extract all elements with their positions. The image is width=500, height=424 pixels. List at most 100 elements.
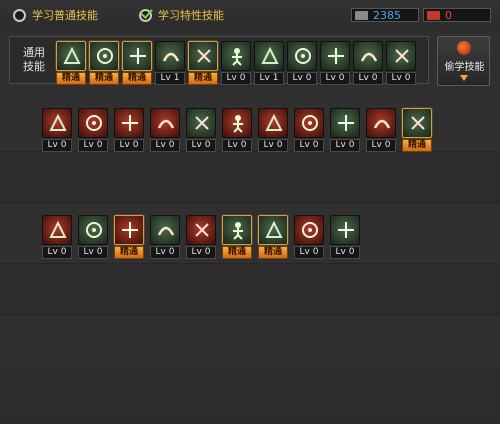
crouch-figure-icon[interactable] — [56, 41, 86, 71]
radio-icon[interactable] — [13, 8, 26, 22]
explosion-icon[interactable] — [258, 215, 288, 245]
skill-level-badge: Lv 0 — [330, 139, 360, 152]
common-skill-slot[interactable]: Lv 0 — [320, 41, 350, 85]
strike-icon[interactable] — [150, 215, 180, 245]
skill-level-badge: 精通 — [89, 72, 119, 85]
skill-slot[interactable]: Lv 0 — [366, 108, 396, 152]
skill-level-badge: Lv 0 — [222, 139, 252, 152]
skill-level-badge: 精通 — [222, 246, 252, 259]
demon-icon[interactable] — [294, 215, 324, 245]
empty-row-band — [0, 264, 500, 316]
slash-icon[interactable] — [114, 108, 144, 138]
heart-icon[interactable] — [114, 215, 144, 245]
claw-icon[interactable] — [42, 108, 72, 138]
target-icon[interactable] — [221, 41, 251, 71]
flame-icon[interactable] — [258, 108, 288, 138]
crescent-icon[interactable] — [42, 215, 72, 245]
crosshair-icon[interactable] — [188, 41, 218, 71]
radio-checked-icon[interactable] — [139, 8, 152, 22]
empty-row-band — [0, 316, 500, 370]
skill-slot[interactable]: Lv 0 — [294, 108, 324, 152]
tab-label: 学习普通技能 — [32, 9, 98, 22]
skill-level-badge: Lv 0 — [294, 246, 324, 259]
skill-level-badge: 精通 — [188, 72, 218, 85]
wings-icon[interactable] — [155, 41, 185, 71]
skill-level-badge: Lv 0 — [294, 139, 324, 152]
skill-slot[interactable]: Lv 0 — [42, 215, 72, 259]
common-skill-slot[interactable]: Lv 0 — [353, 41, 383, 85]
swirl-icon[interactable] — [78, 108, 108, 138]
common-skill-slot[interactable]: Lv 0 — [287, 41, 317, 85]
skill-slot[interactable]: Lv 0 — [150, 215, 180, 259]
label-line: 技能 — [23, 60, 45, 73]
skill-level-badge: Lv 0 — [330, 246, 360, 259]
skill-level-badge: Lv 0 — [366, 139, 396, 152]
common-skill-slot[interactable]: 精通 — [122, 41, 152, 85]
skill-slot[interactable]: 精通 — [222, 215, 252, 259]
dash-icon[interactable] — [222, 215, 252, 245]
common-skill-slot[interactable]: 精通 — [188, 41, 218, 85]
skill-level-badge: Lv 0 — [221, 72, 251, 85]
skill-points-counter: 2385 — [351, 8, 419, 22]
skill-slot[interactable]: Lv 0 — [330, 215, 360, 259]
common-skill-slot[interactable]: Lv 0 — [221, 41, 251, 85]
skill-level-badge: Lv 0 — [150, 246, 180, 259]
skill-slot[interactable]: Lv 0 — [186, 108, 216, 152]
common-skill-slot[interactable]: 精通 — [56, 41, 86, 85]
skill-slot[interactable]: Lv 0 — [78, 108, 108, 152]
skill-points-value: 2385 — [373, 8, 401, 22]
skill-level-badge: Lv 0 — [386, 72, 416, 85]
skill-level-badge: Lv 0 — [78, 139, 108, 152]
kick-icon[interactable] — [78, 215, 108, 245]
skill-level-badge: 精通 — [258, 246, 288, 259]
power-icon[interactable] — [353, 41, 383, 71]
label-line: 通用 — [23, 46, 45, 59]
common-skill-slot[interactable]: Lv 0 — [386, 41, 416, 85]
tree-icon[interactable] — [254, 41, 284, 71]
star-icon[interactable] — [330, 215, 360, 245]
shield-icon[interactable] — [222, 108, 252, 138]
skill-level-badge: Lv 0 — [258, 139, 288, 152]
wings-icon[interactable] — [150, 108, 180, 138]
fighter-icon[interactable] — [386, 41, 416, 71]
skill-slot[interactable]: Lv 0 — [114, 108, 144, 152]
skill-slot[interactable]: Lv 0 — [150, 108, 180, 152]
chevron-down-icon[interactable] — [460, 75, 468, 81]
skill-level-badge: Lv 0 — [114, 139, 144, 152]
common-skill-slot[interactable]: Lv 1 — [155, 41, 185, 85]
skill-level-badge: 精通 — [402, 139, 432, 152]
skill-level-badge: Lv 1 — [254, 72, 284, 85]
spark-icon[interactable] — [330, 108, 360, 138]
special-points-value: 0 — [445, 8, 452, 22]
sprint-icon[interactable] — [122, 41, 152, 71]
special-points-counter: 0 — [423, 8, 491, 22]
points-icon — [427, 10, 440, 20]
arrow-icon[interactable] — [186, 108, 216, 138]
common-skill-slot[interactable]: 精通 — [89, 41, 119, 85]
skill-slot[interactable]: Lv 0 — [42, 108, 72, 152]
skill-level-badge: Lv 0 — [42, 246, 72, 259]
axe-icon[interactable] — [186, 215, 216, 245]
skill-slot[interactable]: Lv 0 — [294, 215, 324, 259]
runner-icon[interactable] — [89, 41, 119, 71]
wind-icon[interactable] — [402, 108, 432, 138]
burst-icon[interactable] — [366, 108, 396, 138]
common-skill-slot[interactable]: Lv 1 — [254, 41, 284, 85]
skill-slot[interactable]: Lv 0 — [330, 108, 360, 152]
figure-icon[interactable] — [287, 41, 317, 71]
eye-icon[interactable] — [320, 41, 350, 71]
skill-slot[interactable]: Lv 0 — [222, 108, 252, 152]
sword-icon[interactable] — [294, 108, 324, 138]
skill-slot[interactable]: Lv 0 — [258, 108, 288, 152]
tab-learn-normal-skills[interactable]: 学习普通技能 — [13, 7, 98, 23]
skill-level-badge: Lv 0 — [186, 139, 216, 152]
points-icon — [355, 10, 368, 20]
skill-slot[interactable]: 精通 — [258, 215, 288, 259]
skill-slot[interactable]: 精通 — [114, 215, 144, 259]
tab-learn-special-skills[interactable]: 学习特性技能 — [139, 7, 224, 23]
skill-slot[interactable]: 精通 — [402, 108, 432, 152]
skill-level-badge: 精通 — [114, 246, 144, 259]
skill-slot[interactable]: Lv 0 — [186, 215, 216, 259]
steal-skill-button[interactable]: 偷学技能 — [437, 36, 490, 86]
skill-slot[interactable]: Lv 0 — [78, 215, 108, 259]
